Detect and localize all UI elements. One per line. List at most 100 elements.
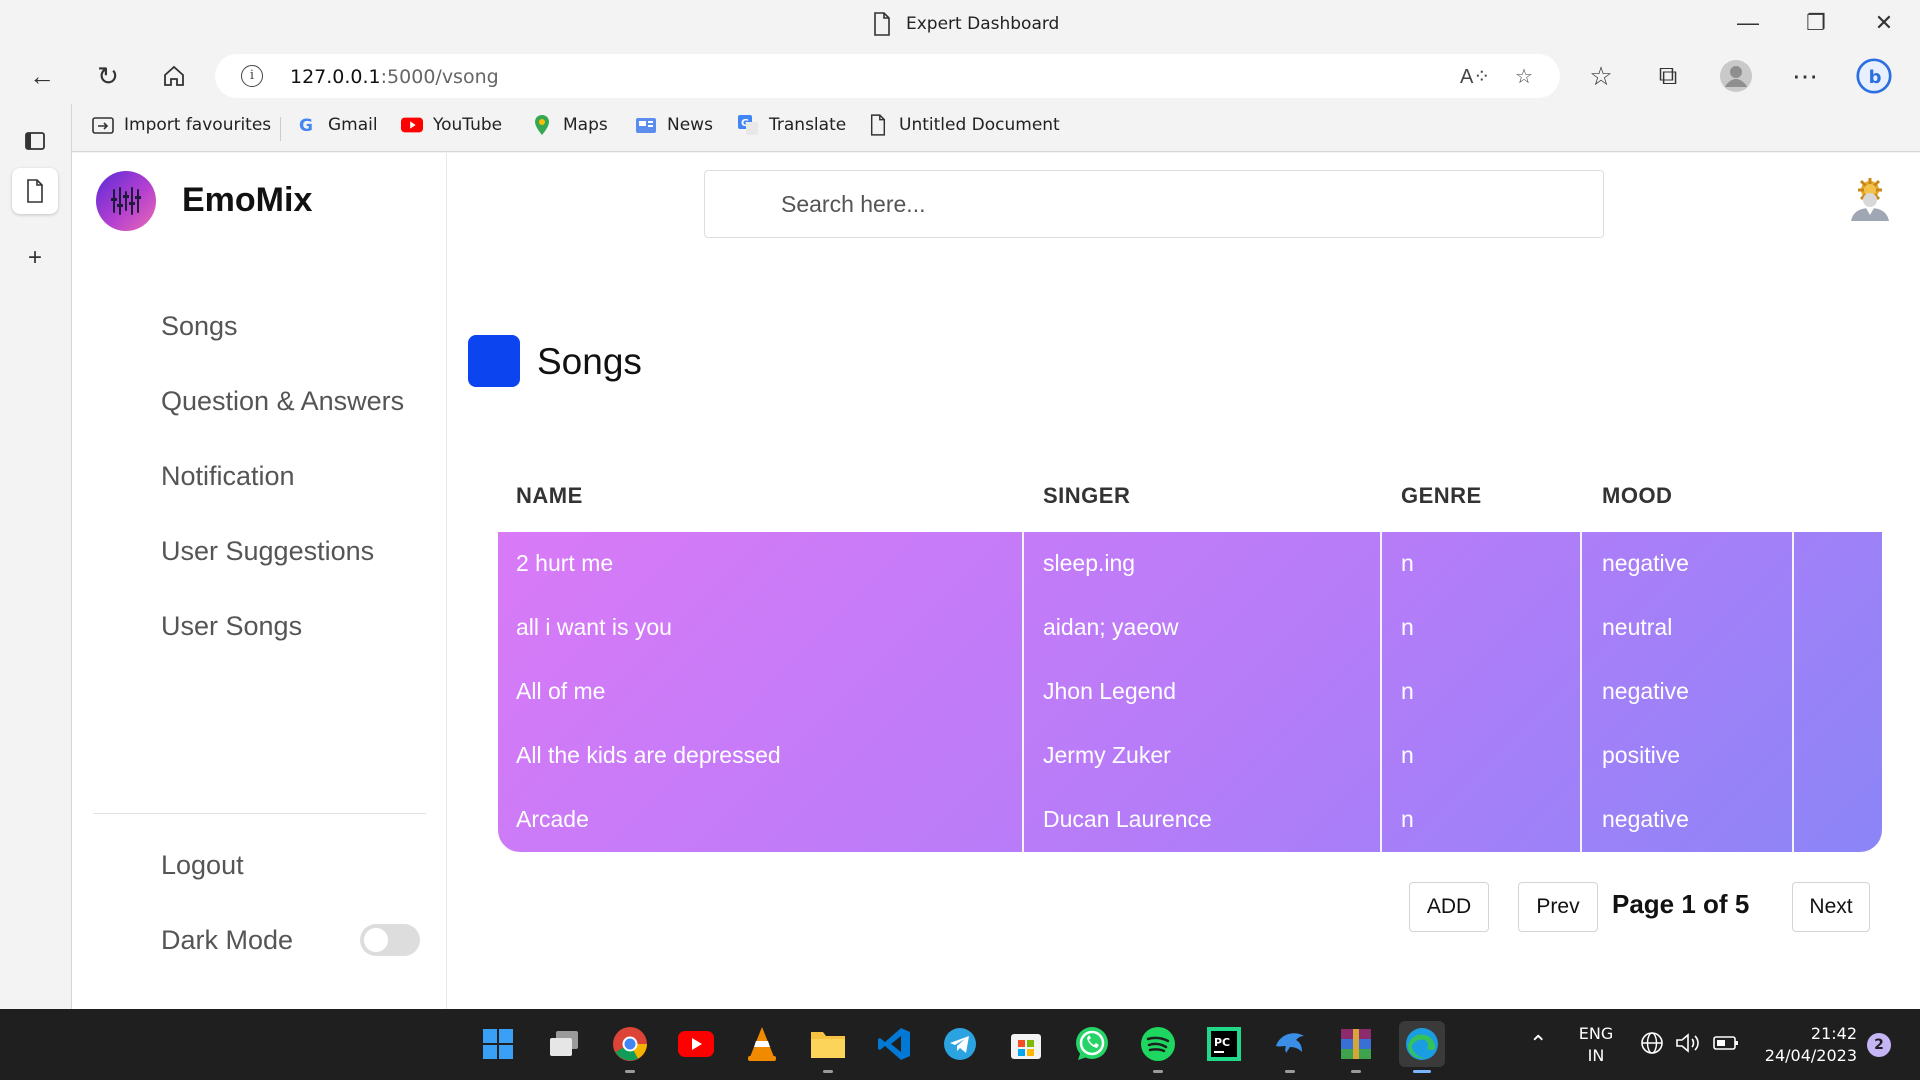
cell-mood: positive	[1602, 742, 1680, 768]
url-host: 127.0.0.1	[290, 66, 381, 88]
add-button[interactable]: ADD	[1409, 882, 1489, 932]
url-path: :5000/vsong	[380, 66, 499, 88]
fav-translate[interactable]: G Translate	[737, 114, 846, 136]
network-globe-icon[interactable]	[1640, 1031, 1664, 1061]
language-region: IN	[1587, 1046, 1605, 1065]
table-row[interactable]: 2 hurt me sleep.ing n negative	[498, 532, 1882, 596]
sidebar-item-user-songs[interactable]: User Songs	[161, 611, 302, 642]
cell-genre: n	[1401, 678, 1414, 704]
youtube-icon	[401, 114, 423, 136]
logout-link[interactable]: Logout	[161, 850, 244, 881]
column-header-name: NAME	[516, 483, 583, 508]
read-aloud-icon[interactable]: A⁘	[1460, 64, 1490, 89]
file-explorer-icon[interactable]	[805, 1021, 851, 1073]
table-row[interactable]: All of me Jhon Legend n negative	[498, 660, 1882, 724]
table-row[interactable]: all i want is you aidan; yaeow n neutral	[498, 596, 1882, 660]
vscode-icon[interactable]	[871, 1021, 917, 1067]
cell-singer: sleep.ing	[1043, 550, 1136, 576]
fav-label: Untitled Document	[899, 115, 1060, 135]
cell-singer: Jhon Legend	[1043, 678, 1177, 704]
address-bar[interactable]: i 127.0.0.1:5000/vsong A⁘ ☆	[215, 54, 1560, 98]
winrar-icon[interactable]	[1333, 1021, 1379, 1073]
fav-youtube[interactable]: YouTube	[401, 114, 502, 136]
sidebar-item-songs[interactable]: Songs	[161, 311, 238, 342]
page-title: Songs	[537, 341, 642, 382]
running-indicator	[1153, 1070, 1163, 1073]
sidebar-divider	[93, 813, 426, 814]
column-header-singer: SINGER	[1043, 483, 1131, 508]
spotify-icon[interactable]	[1135, 1021, 1181, 1073]
battery-icon[interactable]	[1713, 1031, 1739, 1061]
web-page: EmoMix Songs Question & Answers Notifica…	[72, 153, 1920, 1009]
fav-news[interactable]: News	[635, 114, 713, 136]
cell-genre: n	[1401, 742, 1414, 768]
running-indicator	[823, 1070, 833, 1073]
home-icon[interactable]	[156, 58, 192, 94]
sidebar-item-notification[interactable]: Notification	[161, 461, 295, 492]
dark-mode-toggle[interactable]	[360, 924, 420, 956]
google-icon: G	[296, 114, 318, 136]
url-text[interactable]: 127.0.0.1:5000/vsong	[290, 66, 499, 88]
fav-label: Translate	[769, 115, 847, 135]
clock-date: 24/04/2023	[1764, 1046, 1857, 1065]
pycharm-icon[interactable]: PC	[1201, 1021, 1247, 1067]
task-view-icon[interactable]	[541, 1021, 587, 1067]
running-indicator	[1351, 1070, 1361, 1073]
active-tab-document-icon[interactable]	[12, 168, 58, 214]
tab-actions-icon[interactable]	[12, 118, 58, 164]
active-app-indicator	[1413, 1070, 1431, 1073]
cell-name: Arcade	[516, 806, 589, 832]
restore-icon[interactable]: ❐	[1801, 8, 1831, 38]
show-hidden-icons-chevron-icon[interactable]: ⌃	[1529, 1031, 1547, 1057]
back-arrow-icon[interactable]: ←	[24, 58, 60, 94]
more-options-icon[interactable]: ⋯	[1787, 58, 1823, 94]
youtube-icon[interactable]	[673, 1021, 719, 1067]
cell-mood: negative	[1602, 550, 1689, 576]
next-button[interactable]: Next	[1792, 882, 1870, 932]
dolphin-icon[interactable]	[1267, 1021, 1313, 1073]
prev-button[interactable]: Prev	[1518, 882, 1598, 932]
chrome-icon[interactable]	[607, 1021, 653, 1073]
table-row[interactable]: Arcade Ducan Laurence n negative	[498, 788, 1882, 852]
document-icon	[874, 12, 890, 36]
microsoft-store-icon[interactable]	[1003, 1021, 1049, 1067]
site-info-icon[interactable]: i	[241, 65, 263, 87]
vlc-icon[interactable]	[739, 1021, 785, 1067]
windows-taskbar: PC ⌃ ENG IN 21:42 24/04/2023	[0, 1009, 1920, 1080]
cell-singer: Jermy Zuker	[1043, 742, 1171, 768]
page-indicator: Page 1 of 5	[1612, 889, 1750, 919]
clock[interactable]: 21:42 24/04/2023	[1757, 1023, 1857, 1067]
sidebar-item-question-answers[interactable]: Question & Answers	[161, 386, 404, 417]
fav-import-favourites[interactable]: Import favourites	[92, 114, 271, 136]
fav-untitled-document[interactable]: Untitled Document	[867, 114, 1060, 136]
window-title: Expert Dashboard	[872, 12, 1059, 36]
telegram-icon[interactable]	[937, 1021, 983, 1067]
favourites-icon[interactable]: ☆	[1583, 58, 1619, 94]
table-row[interactable]: All the kids are depressed Jermy Zuker n…	[498, 724, 1882, 788]
collections-icon[interactable]: ⧉	[1650, 58, 1686, 94]
volume-icon[interactable]	[1675, 1031, 1701, 1061]
windows-start-icon[interactable]	[475, 1021, 521, 1067]
expert-user-icon[interactable]	[1845, 178, 1895, 222]
whatsapp-icon[interactable]	[1069, 1021, 1115, 1067]
favourites-bar: Import favourites G Gmail YouTube Maps N…	[72, 104, 1920, 152]
cell-name: All of me	[516, 678, 606, 704]
search-input[interactable]	[704, 170, 1604, 238]
heading-accent-square	[468, 335, 520, 387]
fav-gmail[interactable]: G Gmail	[296, 114, 378, 136]
new-tab-plus-icon[interactable]: +	[12, 235, 58, 281]
minimize-icon[interactable]: —	[1733, 8, 1763, 38]
svg-text:G: G	[299, 116, 313, 135]
notification-count-badge[interactable]: 2	[1867, 1033, 1891, 1057]
input-language-indicator[interactable]: ENG IN	[1576, 1023, 1616, 1067]
edge-icon[interactable]	[1399, 1021, 1445, 1073]
add-favourite-icon[interactable]: ☆	[1515, 64, 1533, 89]
refresh-icon[interactable]: ↻	[90, 58, 126, 94]
sidebar-item-user-suggestions[interactable]: User Suggestions	[161, 536, 374, 567]
close-window-icon[interactable]: ✕	[1869, 8, 1899, 38]
cell-name: 2 hurt me	[516, 550, 614, 576]
fav-maps[interactable]: Maps	[531, 114, 608, 136]
profile-avatar-icon[interactable]	[1718, 58, 1754, 94]
bing-chat-icon[interactable]: b	[1856, 58, 1892, 94]
clock-time: 21:42	[1810, 1024, 1857, 1043]
